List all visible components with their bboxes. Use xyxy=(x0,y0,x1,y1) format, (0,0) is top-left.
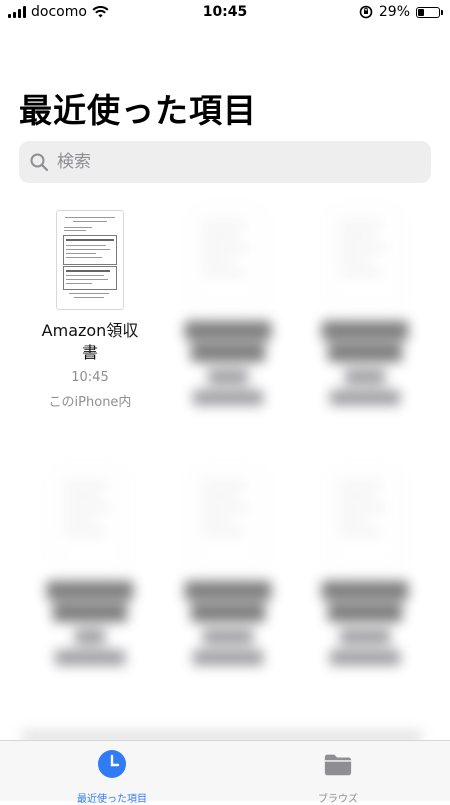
file-location: ███████ xyxy=(193,651,263,666)
document-thumbnail xyxy=(56,210,124,310)
file-time: ███ xyxy=(75,630,105,645)
file-time: 10:45 xyxy=(71,370,109,385)
tab-recents-label: 最近使った項目 xyxy=(77,794,147,805)
file-location: ███████ xyxy=(193,391,263,406)
file-time: ████ xyxy=(345,370,385,385)
page-title: 最近使った項目 xyxy=(19,91,257,130)
search-bar[interactable] xyxy=(19,141,431,183)
file-name: ███████ ██████ xyxy=(321,581,409,622)
file-time: █████ xyxy=(340,630,390,645)
battery-percent: 29% xyxy=(378,4,410,20)
document-thumbnail xyxy=(331,470,399,570)
file-item[interactable]: Amazon領収 書 10:45 このiPhone内 xyxy=(20,210,160,410)
file-name: ███████ ██████ xyxy=(184,581,272,622)
document-thumbnail xyxy=(331,210,399,310)
search-icon xyxy=(30,153,49,172)
file-item[interactable]: ███████ ██████ ████ ███████ xyxy=(158,210,298,406)
document-thumbnail xyxy=(194,470,262,570)
file-item[interactable]: ███████ ██████ ███ ███████ xyxy=(20,470,160,666)
file-item[interactable]: ███████ ██████ █████ ███████ xyxy=(295,470,435,666)
tab-recents[interactable]: 最近使った項目 xyxy=(52,749,172,805)
file-name: Amazon領収 書 xyxy=(41,321,139,362)
file-location: ███████ xyxy=(55,651,125,666)
orientation-lock-icon xyxy=(359,5,373,19)
file-time: ████ xyxy=(208,370,248,385)
file-location: ███████ xyxy=(330,651,400,666)
status-right: 29% xyxy=(359,4,443,20)
tab-browse[interactable]: ブラウズ xyxy=(278,749,398,805)
clock-icon xyxy=(98,750,126,778)
tab-browse-label: ブラウズ xyxy=(318,794,358,805)
search-input[interactable] xyxy=(55,151,399,173)
document-thumbnail xyxy=(194,210,262,310)
file-location: ███████ xyxy=(330,391,400,406)
status-bar: docomo 10:45 29% xyxy=(0,0,450,26)
file-item[interactable]: ███████ ██████ █████ ███████ xyxy=(158,470,298,666)
file-name: ███████ ██████ xyxy=(321,321,409,362)
file-location: このiPhone内 xyxy=(48,395,132,410)
document-thumbnail xyxy=(56,470,124,570)
battery-fill xyxy=(418,8,424,16)
folder-icon xyxy=(324,754,352,776)
file-name: ███████ ██████ xyxy=(184,321,272,362)
file-name: ███████ ██████ xyxy=(46,581,134,622)
file-time: █████ xyxy=(203,630,253,645)
battery-icon xyxy=(416,6,443,18)
tab-bar: 最近使った項目 ブラウズ xyxy=(0,740,450,805)
file-item[interactable]: ███████ ██████ ████ ███████ xyxy=(295,210,435,406)
